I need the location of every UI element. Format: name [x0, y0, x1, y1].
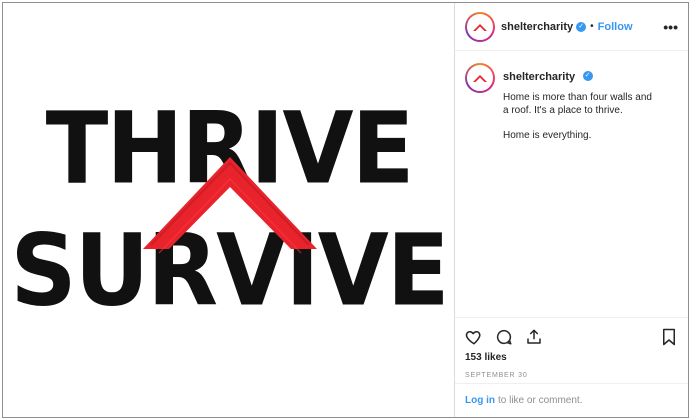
- post-dialog: THRIVE SURVIVE sheltercharity ✓ • Follow: [2, 2, 689, 418]
- shelter-logo-icon: [473, 23, 487, 31]
- avatar[interactable]: [465, 11, 495, 42]
- caption-section: sheltercharity ✓ Home is more than four …: [455, 51, 688, 317]
- login-link[interactable]: Log in: [465, 395, 495, 406]
- heart-icon[interactable]: [465, 328, 483, 346]
- header-username[interactable]: sheltercharity: [501, 21, 573, 33]
- roof-mark-graphic: [143, 157, 317, 254]
- caption-avatar[interactable]: [465, 63, 495, 93]
- action-bar: [465, 324, 678, 350]
- post-date[interactable]: SEPTEMBER 30: [465, 372, 678, 379]
- login-prompt: Log in to like or comment.: [455, 383, 688, 417]
- separator-dot: •: [590, 21, 594, 32]
- poster-graphic: THRIVE SURVIVE: [3, 3, 454, 417]
- post-header: sheltercharity ✓ • Follow •••: [455, 3, 688, 51]
- share-icon[interactable]: [525, 328, 543, 346]
- follow-button[interactable]: Follow: [598, 21, 633, 33]
- verified-badge-icon: ✓: [582, 70, 593, 81]
- bookmark-icon[interactable]: [660, 328, 678, 346]
- caption-text-2: Home is everything.: [503, 130, 592, 141]
- more-options-icon[interactable]: •••: [663, 19, 678, 35]
- verified-badge-icon: ✓: [576, 21, 587, 32]
- comment-icon[interactable]: [495, 328, 513, 346]
- actions-section: 153 likes SEPTEMBER 30: [455, 317, 688, 383]
- caption-body: sheltercharity ✓ Home is more than four …: [503, 63, 653, 317]
- caption-text: Home is more than four walls and a roof.…: [503, 92, 652, 116]
- shelter-logo-icon: [473, 75, 487, 82]
- caption-username[interactable]: sheltercharity: [503, 71, 575, 83]
- post-image[interactable]: THRIVE SURVIVE: [3, 3, 455, 417]
- post-sidebar: sheltercharity ✓ • Follow ••• sheltercha…: [455, 3, 688, 417]
- login-suffix: to like or comment.: [498, 395, 583, 406]
- likes-count[interactable]: 153 likes: [465, 352, 678, 363]
